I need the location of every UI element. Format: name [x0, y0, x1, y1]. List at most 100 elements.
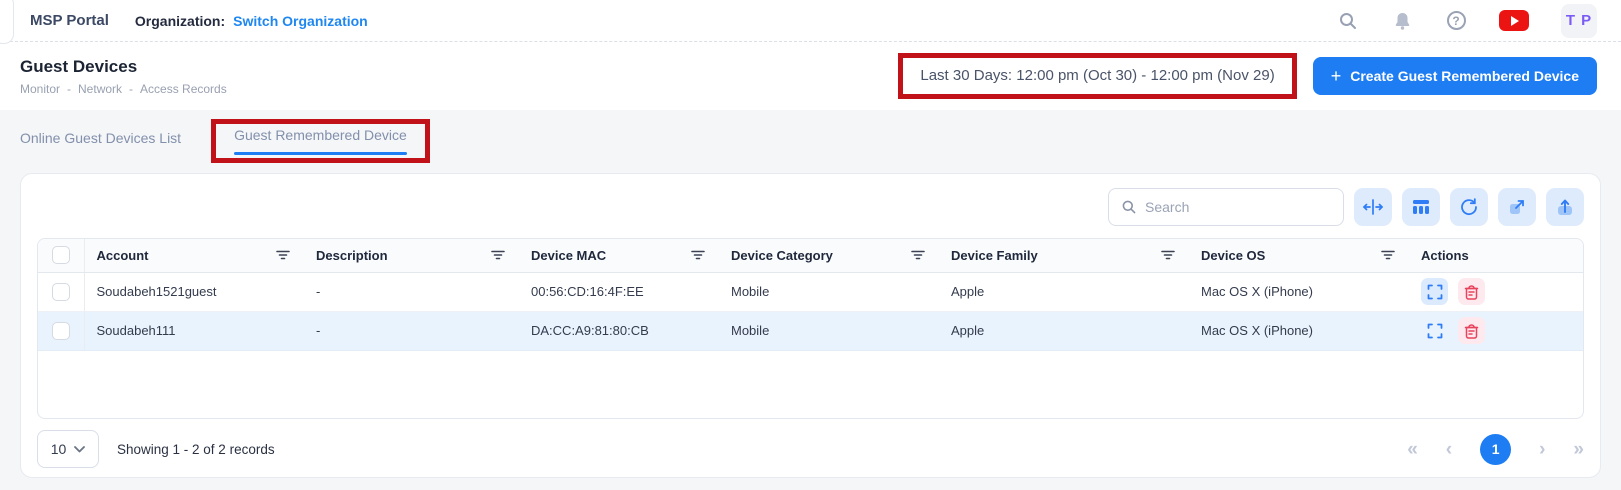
tab-label: Online Guest Devices List: [20, 130, 181, 146]
guest-remembered-device-card: Account Description Device MAC Device Ca…: [20, 173, 1601, 478]
page-title: Guest Devices: [20, 57, 227, 77]
next-page-button[interactable]: ›: [1539, 440, 1545, 459]
question-mark: ?: [1447, 11, 1466, 30]
row-fullscreen-button[interactable]: [1421, 278, 1448, 305]
column-header-device-mac: Device MAC: [519, 239, 719, 272]
page-size-select[interactable]: 10: [37, 430, 99, 468]
column-resize-button[interactable]: [1354, 188, 1392, 226]
filter-icon[interactable]: [489, 247, 507, 263]
create-guest-remembered-device-button[interactable]: + Create Guest Remembered Device: [1313, 57, 1597, 95]
filter-icon[interactable]: [274, 247, 292, 263]
date-range-picker[interactable]: Last 30 Days: 12:00 pm (Oct 30) - 12:00 …: [920, 67, 1274, 84]
table-header-row: Account Description Device MAC Device Ca…: [38, 239, 1583, 272]
fullscreen-icon: [1427, 284, 1443, 300]
trash-icon: [1464, 323, 1479, 339]
column-label: Device MAC: [531, 248, 606, 263]
column-label: Device Family: [951, 248, 1038, 263]
upload-icon: [1555, 198, 1575, 216]
table-row-selected: Soudabeh111 - DA:CC:A9:81:80:CB Mobile A…: [38, 311, 1583, 350]
breadcrumb-separator: -: [129, 82, 133, 96]
user-avatar[interactable]: T P: [1561, 4, 1597, 38]
select-all-checkbox[interactable]: [52, 246, 70, 264]
cell-device-family: Apple: [939, 272, 1189, 311]
brand-title: MSP Portal: [30, 12, 109, 29]
column-header-actions: Actions: [1409, 239, 1583, 272]
prev-page-button[interactable]: ‹: [1446, 440, 1452, 459]
breadcrumb-separator: -: [67, 82, 71, 96]
last-page-button[interactable]: »: [1573, 440, 1584, 459]
row-checkbox-cell: [38, 272, 84, 311]
column-header-description: Description: [304, 239, 519, 272]
top-bar: MSP Portal Organization: Switch Organiza…: [0, 0, 1621, 42]
row-checkbox-cell: [38, 311, 84, 350]
columns-settings-button[interactable]: [1402, 188, 1440, 226]
cell-device-category: Mobile: [719, 272, 939, 311]
row-fullscreen-button[interactable]: [1421, 317, 1448, 344]
search-box[interactable]: [1108, 188, 1344, 226]
page-header: Guest Devices Monitor - Network - Access…: [0, 42, 1621, 110]
filter-icon[interactable]: [1379, 247, 1397, 263]
column-label: Device Category: [731, 248, 833, 263]
app-root: MSP Portal Organization: Switch Organiza…: [0, 0, 1621, 490]
search-input[interactable]: [1145, 199, 1331, 215]
row-checkbox[interactable]: [52, 283, 70, 301]
search-icon[interactable]: [1337, 10, 1359, 32]
tab-online-guest-devices-list[interactable]: Online Guest Devices List: [20, 122, 181, 158]
open-expand-button[interactable]: [1498, 188, 1536, 226]
row-delete-button[interactable]: [1458, 278, 1485, 305]
page-header-left: Guest Devices Monitor - Network - Access…: [20, 57, 227, 96]
column-header-device-family: Device Family: [939, 239, 1189, 272]
cell-device-category: Mobile: [719, 311, 939, 350]
breadcrumb-item-monitor: Monitor: [20, 82, 60, 96]
column-header-device-category: Device Category: [719, 239, 939, 272]
cell-device-mac: DA:CC:A9:81:80:CB: [519, 311, 719, 350]
column-label: Account: [97, 248, 149, 263]
tab-label: Guest Remembered Device: [234, 127, 407, 143]
cell-device-os: Mac OS X (iPhone): [1189, 272, 1409, 311]
header-checkbox-cell: [38, 239, 84, 272]
column-header-account: Account: [84, 239, 304, 272]
tabs-row: Online Guest Devices List Guest Remember…: [0, 110, 1621, 163]
filter-icon[interactable]: [1159, 247, 1177, 263]
chevron-down-icon: [74, 446, 85, 453]
filter-icon[interactable]: [909, 247, 927, 263]
column-label: Device OS: [1201, 248, 1265, 263]
devices-table: Account Description Device MAC Device Ca…: [37, 238, 1584, 419]
table-row: Soudabeh1521guest - 00:56:CD:16:4F:EE Mo…: [38, 272, 1583, 311]
sidebar-edge[interactable]: [0, 0, 14, 44]
column-label: Description: [316, 248, 388, 263]
current-page-button[interactable]: 1: [1480, 434, 1511, 465]
row-delete-button[interactable]: [1458, 317, 1485, 344]
bell-icon[interactable]: [1391, 10, 1413, 32]
refresh-button[interactable]: [1450, 188, 1488, 226]
cell-actions: [1409, 311, 1583, 350]
fullscreen-icon: [1427, 323, 1443, 339]
organization-label: Organization:: [135, 13, 225, 29]
tab-underline: [20, 155, 181, 158]
cell-description: -: [304, 311, 519, 350]
active-tab-underline: [234, 152, 407, 155]
breadcrumb-item-access-records: Access Records: [140, 82, 227, 96]
filter-icon[interactable]: [689, 247, 707, 263]
cell-description: -: [304, 272, 519, 311]
cell-account: Soudabeh1521guest: [84, 272, 304, 311]
cell-actions: [1409, 272, 1583, 311]
col-resize-icon: [1363, 199, 1383, 215]
cell-account: Soudabeh111: [84, 311, 304, 350]
export-upload-button[interactable]: [1546, 188, 1584, 226]
table-footer: 10 Showing 1 - 2 of 2 records « ‹ 1 › »: [21, 419, 1600, 468]
page-header-right: Last 30 Days: 12:00 pm (Oct 30) - 12:00 …: [898, 53, 1597, 99]
cell-device-mac: 00:56:CD:16:4F:EE: [519, 272, 719, 311]
first-page-button[interactable]: «: [1407, 440, 1418, 459]
breadcrumb: Monitor - Network - Access Records: [20, 82, 227, 96]
switch-organization-link[interactable]: Switch Organization: [233, 13, 368, 29]
annotation-box-date-range: Last 30 Days: 12:00 pm (Oct 30) - 12:00 …: [898, 53, 1296, 99]
help-icon[interactable]: ?: [1445, 10, 1467, 32]
row-checkbox[interactable]: [52, 322, 70, 340]
tab-guest-remembered-device[interactable]: Guest Remembered Device: [234, 127, 407, 155]
column-header-device-os: Device OS: [1189, 239, 1409, 272]
breadcrumb-item-network: Network: [78, 82, 122, 96]
search-icon: [1121, 199, 1137, 215]
annotation-box-active-tab: Guest Remembered Device: [211, 119, 430, 163]
youtube-icon[interactable]: [1499, 10, 1529, 32]
